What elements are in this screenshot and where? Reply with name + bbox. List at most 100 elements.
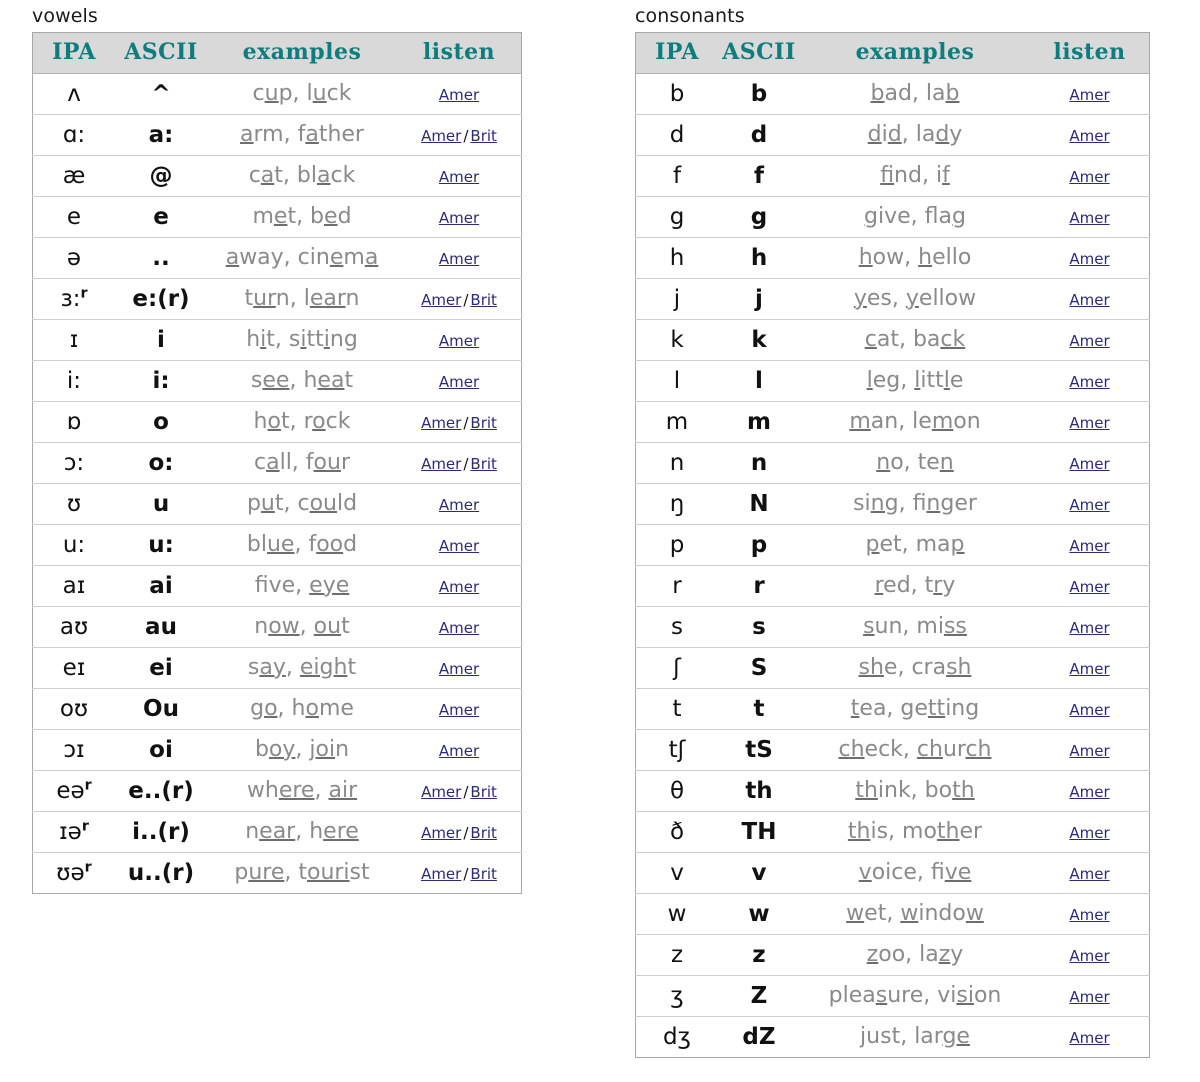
listen-link-amer[interactable]: Amer xyxy=(1069,455,1109,473)
listen-link-amer[interactable]: Amer xyxy=(1069,86,1109,104)
examples-cell: sing, finger xyxy=(800,483,1030,525)
listen-link-amer[interactable]: Amer xyxy=(1069,660,1109,678)
ipa-symbol: ʒ xyxy=(670,982,684,1009)
examples-cell: zoo, lazy xyxy=(800,934,1030,976)
ipa-symbol-cell: r xyxy=(635,565,718,607)
ipa-symbol-cell: ɑ: xyxy=(32,114,115,156)
listen-links: Amer xyxy=(439,496,479,514)
listen-link-amer[interactable]: Amer xyxy=(421,865,461,883)
listen-link-amer[interactable]: Amer xyxy=(1069,742,1109,760)
listen-link-amer[interactable]: Amer xyxy=(421,414,461,432)
listen-link-amer[interactable]: Amer xyxy=(1069,701,1109,719)
listen-link-amer[interactable]: Amer xyxy=(439,86,479,104)
listen-link-amer[interactable]: Amer xyxy=(1069,537,1109,555)
listen-link-brit[interactable]: Brit xyxy=(470,414,497,432)
listen-link-brit[interactable]: Brit xyxy=(470,824,497,842)
listen-link-brit[interactable]: Brit xyxy=(470,291,497,309)
listen-link-amer[interactable]: Amer xyxy=(1069,414,1109,432)
listen-link-amer[interactable]: Amer xyxy=(439,496,479,514)
listen-link-amer[interactable]: Amer xyxy=(1069,906,1109,924)
listen-link-amer[interactable]: Amer xyxy=(439,332,479,350)
listen-links: Amer xyxy=(1069,578,1109,596)
listen-link-amer[interactable]: Amer xyxy=(1069,783,1109,801)
ipa-symbol: b xyxy=(669,80,685,107)
ipa-symbol-cell: s xyxy=(635,606,718,648)
listen-link-amer[interactable]: Amer xyxy=(1069,209,1109,227)
ascii-symbol-cell: S xyxy=(718,647,800,689)
listen-link-amer[interactable]: Amer xyxy=(1069,496,1109,514)
listen-link-amer[interactable]: Amer xyxy=(1069,619,1109,637)
ipa-symbol: f xyxy=(672,162,682,189)
listen-links: Amer xyxy=(439,332,479,350)
ipa-symbol-cell: u: xyxy=(32,524,115,566)
ipa-symbol: ɪər xyxy=(59,817,89,845)
listen-link-amer[interactable]: Amer xyxy=(439,578,479,596)
example-words: no, ten xyxy=(876,450,954,475)
table-row: ɪ i hit, sitting Amer xyxy=(32,319,522,361)
ascii-symbol-cell: t xyxy=(718,688,800,730)
listen-link-amer[interactable]: Amer xyxy=(439,250,479,268)
listen-cell: Amer xyxy=(1030,401,1150,443)
table-row: eər e..(r) where, air Amer / Brit xyxy=(32,770,522,812)
ascii-symbol-cell: m xyxy=(718,401,800,443)
listen-link-brit[interactable]: Brit xyxy=(470,865,497,883)
table-row: p p pet, map Amer xyxy=(635,524,1150,566)
listen-link-amer[interactable]: Amer xyxy=(439,168,479,186)
listen-link-amer[interactable]: Amer xyxy=(421,455,461,473)
ascii-symbol-cell: i..(r) xyxy=(115,811,207,853)
listen-link-amer[interactable]: Amer xyxy=(439,742,479,760)
ipa-symbol: v xyxy=(670,859,684,886)
listen-link-amer[interactable]: Amer xyxy=(1069,127,1109,145)
listen-cell: Amer xyxy=(1030,196,1150,238)
ascii-symbol: r xyxy=(753,572,765,599)
column-header-ipa: IPA xyxy=(32,32,115,74)
ascii-symbol-cell: ^ xyxy=(115,74,207,115)
listen-link-amer[interactable]: Amer xyxy=(439,701,479,719)
ascii-symbol: w xyxy=(748,900,770,927)
listen-link-amer[interactable]: Amer xyxy=(421,291,461,309)
listen-link-brit[interactable]: Brit xyxy=(470,455,497,473)
listen-link-amer[interactable]: Amer xyxy=(1069,988,1109,1006)
listen-link-amer[interactable]: Amer xyxy=(1069,947,1109,965)
example-words: near, here xyxy=(245,819,359,844)
ipa-symbol-cell: p xyxy=(635,524,718,566)
listen-link-amer[interactable]: Amer xyxy=(439,619,479,637)
listen-link-amer[interactable]: Amer xyxy=(1069,578,1109,596)
ipa-symbol-cell: ɔ: xyxy=(32,442,115,484)
listen-link-brit[interactable]: Brit xyxy=(470,783,497,801)
listen-link-amer[interactable]: Amer xyxy=(421,783,461,801)
ipa-symbol-cell: h xyxy=(635,237,718,279)
examples-cell: turn, learn xyxy=(207,278,397,320)
examples-cell: bad, lab xyxy=(800,74,1030,115)
examples-cell: pleasure, vision xyxy=(800,975,1030,1017)
listen-cell: Amer xyxy=(1030,688,1150,730)
table-row: k k cat, back Amer xyxy=(635,319,1150,361)
ipa-symbol: ŋ xyxy=(669,490,685,517)
listen-links: Amer xyxy=(1069,988,1109,1006)
listen-link-amer[interactable]: Amer xyxy=(439,537,479,555)
listen-link-amer[interactable]: Amer xyxy=(1069,291,1109,309)
listen-link-amer[interactable]: Amer xyxy=(1069,824,1109,842)
ipa-symbol: ʃ xyxy=(673,654,681,681)
listen-link-amer[interactable]: Amer xyxy=(421,127,461,145)
table-row: aɪ ai five, eye Amer xyxy=(32,565,522,607)
listen-link-amer[interactable]: Amer xyxy=(421,824,461,842)
example-words: red, try xyxy=(874,573,956,598)
ipa-symbol-cell: ɪər xyxy=(32,811,115,853)
ascii-symbol-cell: n xyxy=(718,442,800,484)
listen-link-amer[interactable]: Amer xyxy=(1069,250,1109,268)
listen-link-amer[interactable]: Amer xyxy=(439,660,479,678)
ipa-symbol-cell: ʊ xyxy=(32,483,115,525)
listen-link-amer[interactable]: Amer xyxy=(1069,373,1109,391)
listen-links: Amer xyxy=(1069,414,1109,432)
listen-link-amer[interactable]: Amer xyxy=(1069,865,1109,883)
listen-link-amer[interactable]: Amer xyxy=(439,209,479,227)
ipa-symbol: æ xyxy=(62,162,86,189)
listen-link-amer[interactable]: Amer xyxy=(1069,168,1109,186)
example-words: just, large xyxy=(860,1024,970,1049)
listen-link-brit[interactable]: Brit xyxy=(470,127,497,145)
listen-link-amer[interactable]: Amer xyxy=(439,373,479,391)
listen-link-amer[interactable]: Amer xyxy=(1069,1029,1109,1047)
listen-link-amer[interactable]: Amer xyxy=(1069,332,1109,350)
examples-cell: cat, back xyxy=(800,319,1030,361)
